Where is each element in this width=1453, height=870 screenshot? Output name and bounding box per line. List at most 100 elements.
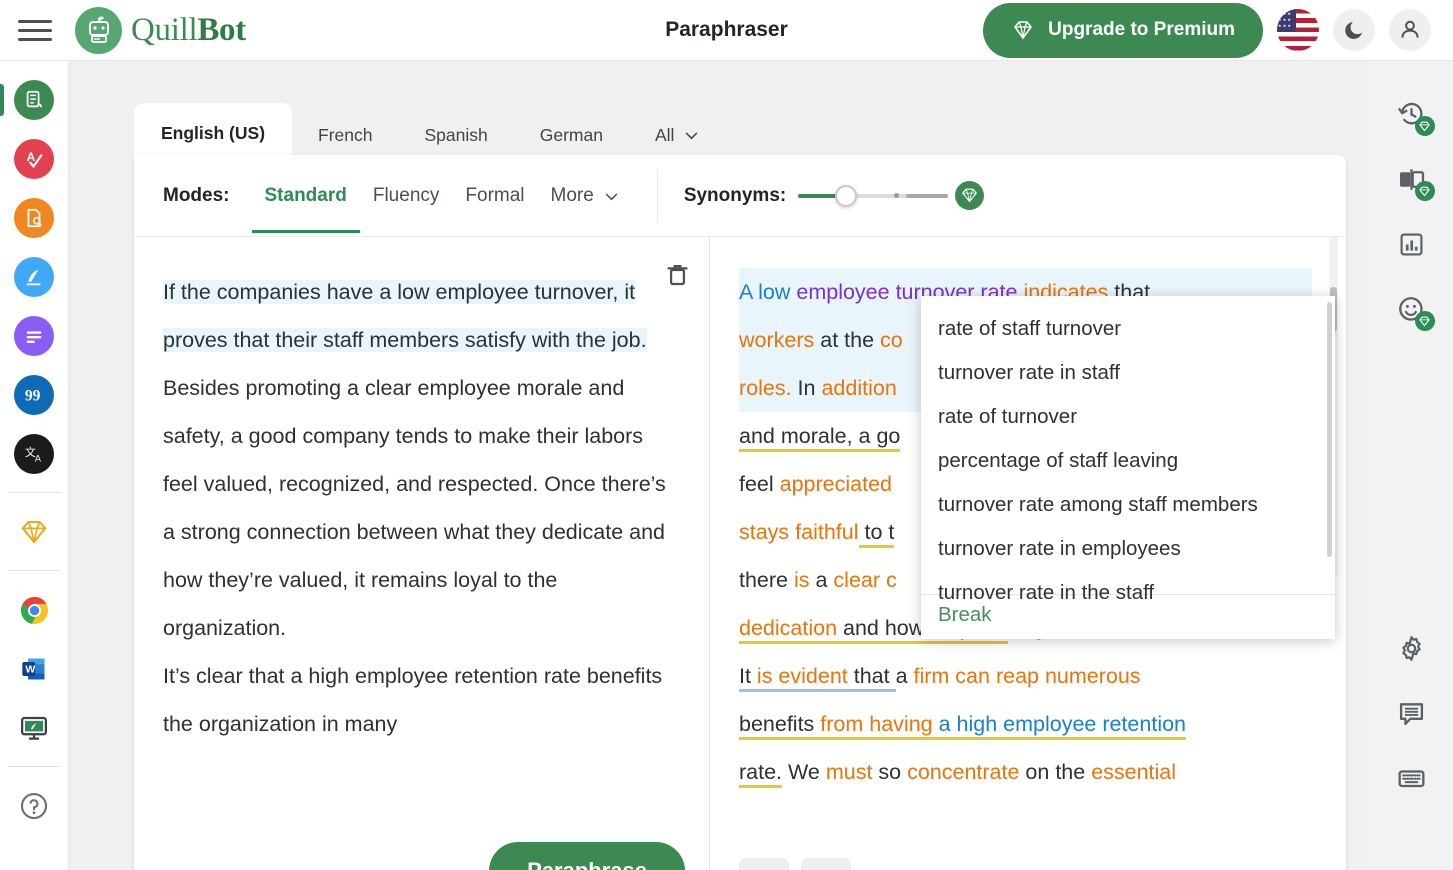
upgrade-to-premium-button[interactable]: Upgrade to Premium: [983, 2, 1263, 58]
sidebar-item-grammar-checker[interactable]: A: [14, 139, 54, 179]
sidebar-item-citation-generator[interactable]: 99: [14, 375, 54, 415]
modes-label: Modes:: [163, 184, 230, 206]
mode-label: More: [550, 185, 594, 206]
slider-track-premium: [906, 193, 949, 198]
premium-badge: [1414, 181, 1435, 201]
output-segment[interactable]: In: [792, 376, 822, 400]
sidebar-item-desktop-app[interactable]: [14, 708, 54, 748]
sidebar-item-paraphraser[interactable]: [0, 80, 54, 120]
sidebar-item-word-addin[interactable]: W: [14, 649, 54, 689]
output-segment[interactable]: A low: [739, 280, 796, 304]
output-segment[interactable]: stays faithful: [739, 520, 859, 544]
popup-scrollbar-thumb[interactable]: [1327, 302, 1332, 557]
output-segment[interactable]: benefits: [739, 712, 821, 740]
output-segment[interactable]: a: [810, 568, 834, 592]
chevron-down-icon: [605, 193, 618, 200]
suggestion-item[interactable]: turnover rate among staff members: [921, 483, 1335, 527]
suggestion-item[interactable]: rate of turnover: [921, 395, 1335, 439]
output-segment[interactable]: and morale, a go: [739, 424, 901, 452]
clear-text-button[interactable]: [664, 261, 691, 293]
moon-icon: [1345, 22, 1362, 39]
suggestion-item[interactable]: percentage of staff leaving: [921, 439, 1335, 483]
output-segment[interactable]: there: [739, 568, 794, 592]
feedback-button[interactable]: [1389, 690, 1435, 736]
output-segment[interactable]: so: [872, 760, 907, 784]
output-segment[interactable]: is evident: [756, 664, 848, 692]
output-segment[interactable]: concentrate: [907, 760, 1019, 784]
language-tab-label: All: [654, 125, 675, 145]
keyboard-icon: [1398, 769, 1425, 787]
active-indicator: [0, 84, 4, 116]
settings-button[interactable]: [1389, 625, 1435, 671]
output-segment[interactable]: to t: [858, 520, 895, 548]
synonyms-premium-badge[interactable]: [955, 181, 985, 210]
sidebar-item-plagiarism-checker[interactable]: [14, 198, 54, 238]
sidebar-item-ai-writer[interactable]: [14, 257, 54, 297]
suggestion-item[interactable]: turnover rate in employees: [921, 527, 1335, 571]
sidebar-item-help[interactable]: [14, 786, 54, 826]
mode-standard[interactable]: Standard: [251, 158, 361, 233]
tone-insights-button[interactable]: [1389, 286, 1435, 332]
user-avatar-icon: [1401, 20, 1419, 38]
mode-more[interactable]: More: [538, 158, 633, 233]
input-textarea[interactable]: If the companies have a low employee tur…: [134, 237, 709, 848]
dark-mode-toggle[interactable]: [1333, 9, 1375, 51]
output-segment[interactable]: We: [782, 760, 826, 784]
synonyms-label: Synonyms:: [683, 184, 787, 206]
output-line: It is evident that a firm can reap numer…: [739, 652, 1312, 700]
language-tab-spanish[interactable]: Spanish: [399, 108, 514, 161]
output-segment[interactable]: rate.: [739, 760, 783, 788]
diamond-icon: [1419, 121, 1430, 131]
language-tab-german[interactable]: German: [514, 108, 629, 161]
language-flag-icon[interactable]: [1277, 9, 1319, 51]
output-segment[interactable]: is: [794, 568, 810, 592]
language-tab-english-us[interactable]: English (US): [134, 103, 293, 161]
sidebar-item-summarizer[interactable]: [14, 316, 54, 356]
output-segment[interactable]: from having: [820, 712, 939, 740]
output-segment[interactable]: dedication: [739, 616, 838, 644]
compare-modes-button[interactable]: [1389, 156, 1435, 202]
quillbot-robot-icon: [75, 6, 122, 54]
diamond-icon: [1419, 186, 1430, 196]
svg-text:W: W: [25, 664, 35, 676]
svg-text:99: 99: [25, 388, 41, 405]
output-segment[interactable]: that: [847, 664, 896, 692]
slider-thumb[interactable]: [835, 184, 858, 207]
output-segment[interactable]: on the: [1019, 760, 1091, 784]
language-tab-french[interactable]: French: [292, 108, 398, 161]
output-segment[interactable]: a high employee retention: [938, 712, 1187, 740]
output-segment[interactable]: must: [826, 760, 873, 784]
history-button[interactable]: [1389, 91, 1435, 137]
previous-sentence-button[interactable]: [739, 858, 789, 870]
sidebar-item-premium[interactable]: [14, 512, 54, 552]
brand-logo-group[interactable]: QuillBot: [75, 6, 246, 54]
output-segment[interactable]: workers: [739, 328, 814, 352]
sidebar-item-translator[interactable]: 文A: [14, 434, 54, 474]
synonyms-slider[interactable]: [798, 184, 949, 207]
mode-formal[interactable]: Formal: [452, 158, 537, 233]
output-segment[interactable]: roles.: [739, 376, 792, 400]
account-button[interactable]: [1389, 9, 1431, 51]
output-segment[interactable]: co: [880, 328, 903, 352]
statistics-button[interactable]: [1389, 221, 1435, 267]
bar-chart-icon: [1400, 233, 1423, 255]
output-segment[interactable]: clear c: [833, 568, 896, 592]
suggestion-item[interactable]: turnover rate in staff: [921, 351, 1335, 395]
suggestion-item[interactable]: rate of staff turnover: [921, 307, 1335, 351]
output-segment[interactable]: firm can reap numerous: [914, 664, 1141, 688]
output-segment[interactable]: essential: [1091, 760, 1176, 784]
keyboard-shortcuts-button[interactable]: [1389, 755, 1435, 801]
output-segment[interactable]: appreciated: [780, 472, 892, 496]
output-segment[interactable]: feel: [739, 472, 780, 496]
output-segment[interactable]: addition: [821, 376, 896, 400]
modes-toolbar: Modes: Standard Fluency Formal More Syno…: [134, 155, 1346, 237]
output-segment[interactable]: It: [739, 664, 757, 692]
output-segment[interactable]: a: [896, 664, 914, 688]
paraphrase-button[interactable]: Paraphrase: [489, 842, 685, 870]
output-segment[interactable]: at the: [814, 328, 880, 352]
next-sentence-button[interactable]: [801, 858, 851, 870]
sidebar-item-chrome-extension[interactable]: [14, 590, 54, 630]
mode-fluency[interactable]: Fluency: [360, 158, 453, 233]
hamburger-menu-icon[interactable]: [18, 17, 52, 43]
language-tab-all[interactable]: All: [629, 108, 726, 161]
